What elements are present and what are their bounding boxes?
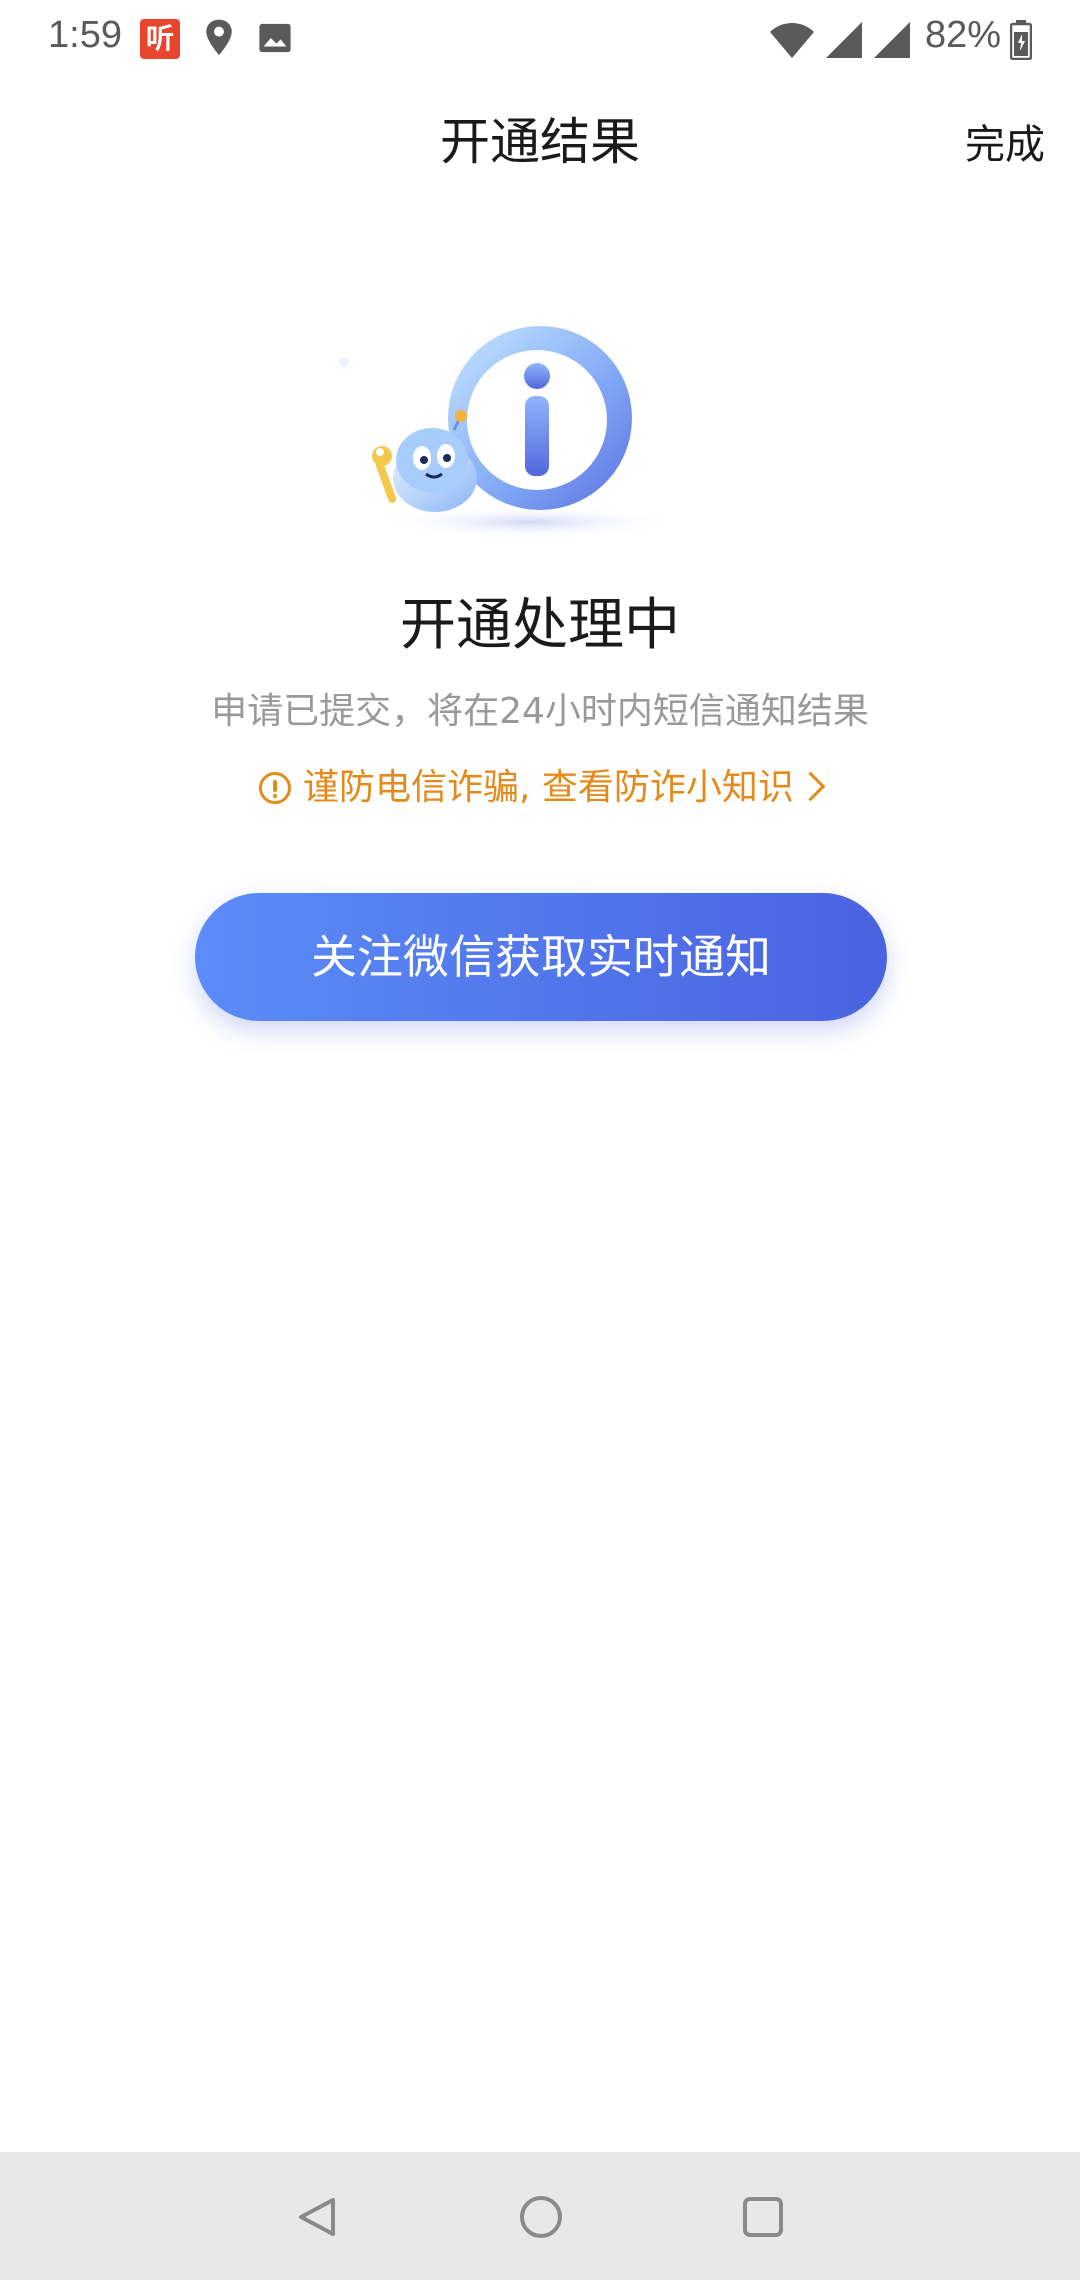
wifi-icon xyxy=(768,20,816,64)
back-icon[interactable] xyxy=(295,2194,341,2244)
system-nav-bar xyxy=(0,2152,1080,2280)
screen: 1:59 听 82% 开通结果 完成 开通处理中 申请已提交，将在24小时内短信… xyxy=(0,0,1080,2280)
ting-app-icon: 听 xyxy=(140,19,180,59)
result-title: 开通处理中 xyxy=(400,593,680,658)
recent-apps-icon[interactable] xyxy=(740,2194,786,2244)
signal-icon-2 xyxy=(872,20,912,64)
result-subtitle: 申请已提交，将在24小时内短信通知结果 xyxy=(211,691,869,732)
anti-fraud-link-label: 谨防电信诈骗, 查看防诈小知识 xyxy=(303,767,794,808)
anti-fraud-link[interactable]: 谨防电信诈骗, 查看防诈小知识 xyxy=(0,758,1080,810)
location-icon xyxy=(202,18,236,62)
home-icon[interactable] xyxy=(518,2194,564,2244)
signal-icon xyxy=(824,20,864,64)
page-title: 开通结果 xyxy=(440,113,640,171)
battery-percent: 82% xyxy=(925,14,1002,56)
follow-wechat-button[interactable]: 关注微信获取实时通知 xyxy=(195,893,887,1021)
status-time: 1:59 xyxy=(48,14,122,56)
battery-icon xyxy=(1009,20,1033,64)
status-bar: 1:59 听 82% xyxy=(0,0,1080,80)
warning-icon xyxy=(259,772,292,804)
done-button[interactable]: 完成 xyxy=(965,112,1045,170)
chevron-right-icon xyxy=(795,771,826,802)
image-icon xyxy=(258,22,292,58)
info-illustration xyxy=(330,310,690,550)
